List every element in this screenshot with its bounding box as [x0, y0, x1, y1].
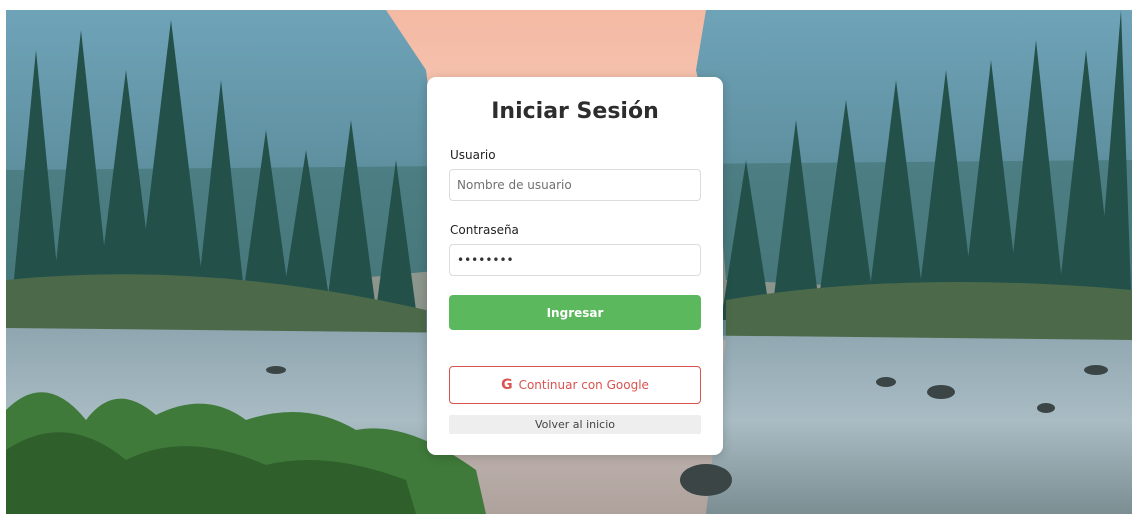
login-card: Iniciar Sesión Usuario Contraseña Ingres… [427, 77, 723, 455]
password-input[interactable] [449, 244, 701, 276]
google-login-button[interactable]: G Continuar con Google [449, 366, 701, 404]
back-home-link[interactable]: Volver al inicio [449, 415, 701, 434]
password-label: Contraseña [450, 223, 519, 237]
google-icon: G [501, 377, 513, 393]
username-input[interactable] [449, 169, 701, 201]
login-button[interactable]: Ingresar [449, 295, 701, 330]
google-login-label: Continuar con Google [518, 378, 649, 392]
page-title: Iniciar Sesión [491, 99, 659, 124]
username-label: Usuario [450, 148, 496, 162]
